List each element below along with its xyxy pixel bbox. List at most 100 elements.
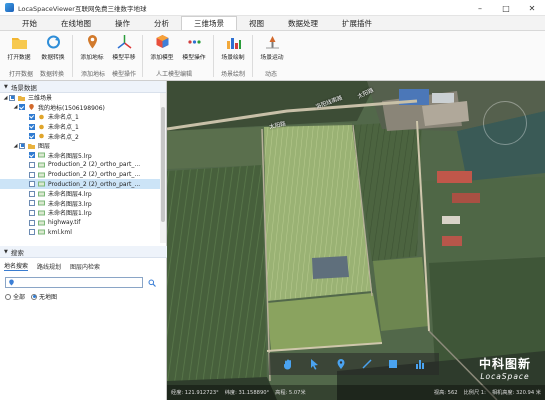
map-view[interactable]: 洛阳线南路 太阳路 太阳路 中科图新 LocaSpace: [167, 81, 545, 400]
group-model-operation: 模型操作: [112, 71, 137, 78]
group-data-convert: 数据转换: [40, 71, 65, 78]
tree-item-label: 我的地标(1506198906): [38, 104, 105, 112]
close-button[interactable]: ✕: [519, 0, 545, 16]
tab-place-search[interactable]: 地名搜索: [4, 261, 29, 271]
search-button[interactable]: [146, 277, 157, 288]
axes-icon: [116, 34, 133, 50]
layer-checkbox[interactable]: [29, 229, 35, 236]
tree-item-label: 未命名图层3.lrp: [48, 200, 92, 208]
hand-icon[interactable]: [280, 356, 296, 372]
layer-checkbox[interactable]: [29, 219, 35, 226]
tree-item[interactable]: 未命名点_2: [0, 131, 160, 141]
ribbon: 打开数据 数据转换 添加地标 模型平移 添加模型 模型操作 场景绘制 场景运动 …: [0, 31, 545, 81]
tree-item[interactable]: 未命名图层1.lrp: [0, 208, 160, 218]
layer-checkbox[interactable]: [29, 123, 35, 130]
scrollbar-thumb[interactable]: [161, 107, 165, 222]
tree-item[interactable]: 未命名图层3.lrp: [0, 199, 160, 209]
image-icon: [38, 200, 45, 206]
tree-item-label: Production_2 (2)_ortho_part_...: [48, 180, 141, 188]
tree-item[interactable]: 未命名点_1: [0, 112, 160, 122]
model-translate-button[interactable]: 模型平移: [108, 34, 140, 61]
layer-checkbox[interactable]: [29, 190, 35, 197]
minimize-button[interactable]: –: [467, 0, 493, 16]
image-icon: [38, 220, 45, 226]
search-header: ▼ 搜索: [0, 246, 167, 258]
add-model-button[interactable]: 添加模型: [146, 34, 178, 61]
tree-item[interactable]: ◢ 三维场景: [0, 93, 160, 103]
layer-checkbox[interactable]: [29, 200, 35, 207]
tab-extensions[interactable]: 扩展插件: [330, 16, 384, 30]
tree-item[interactable]: ◢ 我的地标(1506198906): [0, 103, 160, 113]
data-convert-button[interactable]: 数据转换: [37, 34, 69, 61]
layer-checkbox[interactable]: [29, 133, 35, 140]
tab-analysis[interactable]: 分析: [142, 16, 181, 30]
folder-icon: [18, 95, 25, 101]
model-operation-button[interactable]: 模型操作: [178, 34, 210, 61]
collapse-icon[interactable]: ▼: [4, 84, 8, 90]
layer-checkbox[interactable]: [29, 161, 35, 168]
layer-checkbox[interactable]: [9, 94, 15, 101]
group-open-data: 打开数据: [9, 71, 34, 78]
navigation-compass[interactable]: [483, 101, 527, 145]
cursor-icon[interactable]: [306, 356, 322, 372]
expand-toggle-icon[interactable]: ◢: [12, 142, 19, 149]
search-icon: [148, 279, 156, 287]
image-icon: [38, 181, 45, 187]
tab-3d-scene[interactable]: 三维场景: [181, 16, 237, 30]
radio-all[interactable]: [5, 293, 11, 300]
tab-view[interactable]: 视图: [237, 16, 276, 30]
layer-checkbox[interactable]: [19, 104, 25, 111]
pin-icon[interactable]: [333, 356, 349, 372]
image-icon: [38, 152, 45, 158]
tab-online-map[interactable]: 在线地图: [49, 16, 103, 30]
latitude-readout: 纬度: 31.158890°: [224, 390, 270, 396]
layer-checkbox[interactable]: [29, 113, 35, 120]
tab-layer-search[interactable]: 图层内检索: [70, 262, 100, 271]
rectangle-icon[interactable]: [385, 356, 401, 372]
scene-motion-button[interactable]: 场景运动: [256, 34, 288, 61]
layer-checkbox[interactable]: [19, 142, 25, 149]
tree-item[interactable]: kml.kml: [0, 227, 160, 237]
tree-item[interactable]: 未命名图层4.lrp: [0, 189, 160, 199]
layer-checkbox[interactable]: [29, 209, 35, 216]
layer-tree: ◢ 三维场景 ◢ 我的地标(1506198906) 未命名点_1 未命名点_1 未命名点_2…: [0, 93, 160, 243]
tree-item[interactable]: Production_2 (2)_ortho_part_...: [0, 179, 160, 189]
tree-item[interactable]: Production_2 (2)_ortho_part_...: [0, 170, 160, 180]
maximize-button[interactable]: □: [493, 0, 519, 16]
radio-no-map[interactable]: [31, 293, 38, 300]
point-icon: [39, 133, 44, 139]
building-chart-icon: [225, 34, 242, 50]
camera-height-readout: 相机高度: 320.94 米: [491, 390, 541, 396]
tree-item[interactable]: 未命名图层5.lrp: [0, 151, 160, 161]
tab-data-processing[interactable]: 数据处理: [276, 16, 330, 30]
layer-checkbox[interactable]: [29, 152, 35, 159]
dots-icon: [186, 34, 203, 50]
tab-route-planning[interactable]: 路线规划: [37, 262, 61, 271]
scene-draw-button[interactable]: 场景绘制: [217, 34, 249, 61]
tab-start[interactable]: 开始: [10, 16, 49, 30]
tree-item[interactable]: highway.tif: [0, 218, 160, 228]
tree-item-label: highway.tif: [48, 219, 81, 227]
search-input[interactable]: [5, 277, 143, 288]
tree-scrollbar[interactable]: [160, 93, 166, 243]
layer-checkbox[interactable]: [29, 171, 35, 178]
open-data-button[interactable]: 打开数据: [3, 34, 35, 61]
add-placemark-button[interactable]: 添加地标: [76, 34, 108, 61]
tab-operation[interactable]: 操作: [103, 16, 142, 30]
collapse-icon[interactable]: ▼: [4, 249, 8, 255]
tree-item[interactable]: 未命名点_1: [0, 122, 160, 132]
tree-item[interactable]: ◢ 图层: [0, 141, 160, 151]
tree-item-label: 图层: [38, 143, 51, 151]
tree-item[interactable]: Production_2 (2)_ortho_part_...: [0, 160, 160, 170]
cube-icon: [154, 34, 171, 50]
expand-toggle-icon[interactable]: ◢: [2, 94, 9, 101]
chart-icon[interactable]: [412, 356, 428, 372]
search-panel: ▼ 搜索 地名搜索 路线规划 图层内检索 全部 无地图: [0, 246, 167, 400]
scale-readout: 比例尺 1:: [463, 390, 486, 396]
layer-checkbox[interactable]: [29, 181, 35, 188]
line-icon[interactable]: [359, 356, 375, 372]
expand-toggle-icon[interactable]: ◢: [12, 104, 19, 111]
